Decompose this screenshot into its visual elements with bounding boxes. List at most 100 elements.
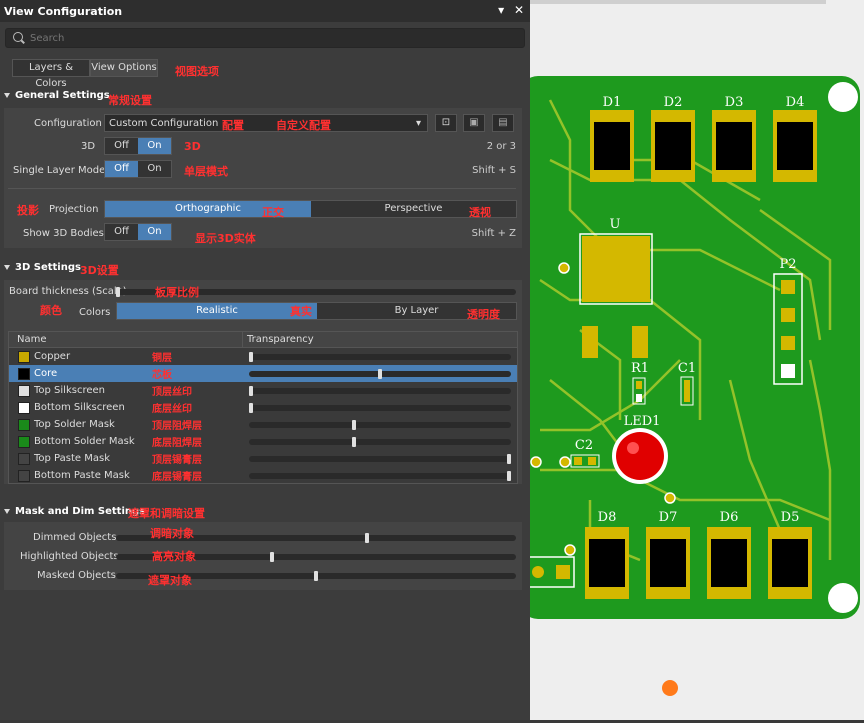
tab-layers-colors[interactable]: Layers & Colors — [12, 59, 90, 89]
three-d-on[interactable]: On — [138, 138, 171, 154]
layers-table: Name Transparency Copper 铜层 Core 芯板 Top Silk… — [8, 331, 518, 484]
three-d-label: 3D — [81, 141, 96, 152]
table-row[interactable]: Top Silkscreen 顶层丝印 — [9, 382, 517, 399]
slider-thumb[interactable] — [507, 454, 511, 464]
annotation-config: 配置 — [222, 119, 244, 132]
diode-body — [655, 122, 691, 170]
show-3d-bodies-toggle[interactable]: Off On — [104, 223, 172, 241]
transparency-slider[interactable] — [249, 454, 511, 464]
general-settings-body: Configuration Custom Configuration ▾ ⊡ ▣… — [4, 108, 522, 248]
layer-color-swatch[interactable] — [18, 368, 30, 380]
table-row[interactable]: Top Solder Mask 顶层阻焊层 — [9, 416, 517, 433]
annotation-layer: 芯板 — [152, 370, 172, 381]
disk-icon[interactable]: ▣ — [463, 114, 485, 132]
pin-icon[interactable]: ▾ — [498, 3, 504, 17]
slider-thumb[interactable] — [249, 403, 253, 413]
three-d-off[interactable]: Off — [105, 138, 138, 154]
annotation-layer: 顶层阻焊层 — [152, 421, 202, 432]
annotation-mask-dim: 遮罩和调暗设置 — [128, 507, 205, 520]
capacitor-pad — [684, 380, 690, 402]
slider-thumb[interactable] — [116, 287, 120, 297]
annotation-layer: 铜层 — [152, 353, 172, 364]
slider-thumb[interactable] — [507, 471, 511, 481]
pcb-3d-view[interactable]: D1 D2 D3 D4 D8 D7 D6 D5 U P2 R1 C1 LED1 C2 — [520, 0, 864, 720]
slider-thumb[interactable] — [249, 352, 253, 362]
transparency-slider[interactable] — [249, 471, 511, 481]
table-row[interactable]: Bottom Paste Mask 底层锡膏层 — [9, 467, 517, 484]
layer-color-swatch[interactable] — [18, 402, 30, 414]
single-layer-on[interactable]: On — [138, 161, 171, 177]
transparency-slider[interactable] — [249, 403, 511, 413]
chevron-down-icon: ▾ — [415, 118, 421, 129]
led-highlight — [627, 442, 639, 454]
show-3d-on[interactable]: On — [138, 224, 171, 240]
slider-thumb[interactable] — [352, 437, 357, 447]
table-row[interactable]: Bottom Silkscreen 底层丝印 — [9, 399, 517, 416]
layer-color-swatch[interactable] — [18, 453, 30, 465]
highlighted-objects-label: Highlighted Objects — [20, 551, 119, 562]
search-input[interactable] — [28, 30, 512, 46]
layer-name: Bottom Solder Mask — [34, 436, 135, 447]
masked-objects-label: Masked Objects — [37, 570, 116, 581]
transparency-slider[interactable] — [249, 420, 511, 430]
layer-name: Copper — [34, 351, 71, 362]
show-3d-shortcut: Shift + Z — [471, 228, 516, 239]
layer-color-swatch[interactable] — [18, 351, 30, 363]
pcb-canvas[interactable]: D1 D2 D3 D4 D8 D7 D6 D5 U P2 R1 C1 LED1 C2 — [520, 0, 864, 720]
annotation-layer: 顶层丝印 — [152, 387, 192, 398]
annotation-3d: 3D — [184, 140, 201, 153]
diode-body — [650, 539, 686, 587]
table-row[interactable]: Core 芯板 — [9, 365, 517, 382]
table-row[interactable]: Copper 铜层 — [9, 348, 517, 365]
slider-thumb[interactable] — [314, 571, 318, 581]
general-settings-header[interactable]: General Settings — [4, 90, 110, 101]
diode-body — [711, 539, 747, 587]
layer-name: Top Solder Mask — [34, 419, 115, 430]
layer-color-swatch[interactable] — [18, 385, 30, 397]
slider-thumb[interactable] — [352, 420, 357, 430]
layer-color-swatch[interactable] — [18, 436, 30, 448]
show-3d-off[interactable]: Off — [105, 224, 138, 240]
slider-thumb[interactable] — [365, 533, 370, 543]
configuration-select[interactable]: Custom Configuration ▾ — [104, 114, 428, 132]
mask-dim-header[interactable]: Mask and Dim Settings — [4, 506, 145, 517]
component-label: D2 — [664, 95, 683, 110]
diode-body — [777, 122, 813, 170]
table-row[interactable]: Bottom Solder Mask 底层阻焊层 — [9, 433, 517, 450]
diode-body — [772, 539, 808, 587]
ic-body — [582, 236, 650, 302]
transparency-slider[interactable] — [249, 352, 511, 362]
mask-dim-body: Dimmed Objects Highlighted Objects Maske… — [4, 522, 522, 590]
colors-selector[interactable]: Realistic By Layer — [116, 302, 517, 320]
table-row[interactable]: Top Paste Mask 顶层锡膏层 — [9, 450, 517, 467]
search-box[interactable] — [5, 28, 525, 48]
layer-color-swatch[interactable] — [18, 419, 30, 431]
single-layer-toggle[interactable]: Off On — [104, 160, 172, 178]
tab-view-options[interactable]: View Options — [90, 59, 158, 77]
trash-icon[interactable]: ▤ — [492, 114, 514, 132]
colors-realistic[interactable]: Realistic — [117, 303, 317, 319]
layer-color-swatch[interactable] — [18, 470, 30, 482]
save-config-icon[interactable]: ⊡ — [435, 114, 457, 132]
projection-selector[interactable]: Orthographic Perspective — [104, 200, 517, 218]
3d-settings-header[interactable]: 3D Settings — [4, 262, 81, 273]
transparency-slider[interactable] — [249, 369, 511, 379]
annotation-3d-settings: 3D设置 — [80, 264, 119, 277]
close-icon[interactable]: ✕ — [514, 3, 524, 17]
resistor-pad — [636, 381, 642, 389]
component-label: D6 — [720, 510, 739, 525]
single-layer-off[interactable]: Off — [105, 161, 138, 177]
annotation-layer: 底层锡膏层 — [152, 472, 202, 483]
annotation-realistic: 真实 — [290, 305, 312, 318]
component-label: LED1 — [624, 414, 661, 429]
three-d-toggle[interactable]: Off On — [104, 137, 172, 155]
ic-pad — [582, 326, 598, 358]
slider-thumb[interactable] — [270, 552, 275, 562]
slider-thumb[interactable] — [249, 386, 253, 396]
transparency-slider[interactable] — [249, 437, 511, 447]
transparency-slider[interactable] — [249, 386, 511, 396]
single-layer-label: Single Layer Mode — [13, 165, 106, 176]
slider-thumb[interactable] — [378, 369, 382, 379]
component-label: D1 — [603, 95, 622, 110]
view-configuration-panel: View Configuration ▾ ✕ Layers & Colors V… — [0, 0, 530, 720]
